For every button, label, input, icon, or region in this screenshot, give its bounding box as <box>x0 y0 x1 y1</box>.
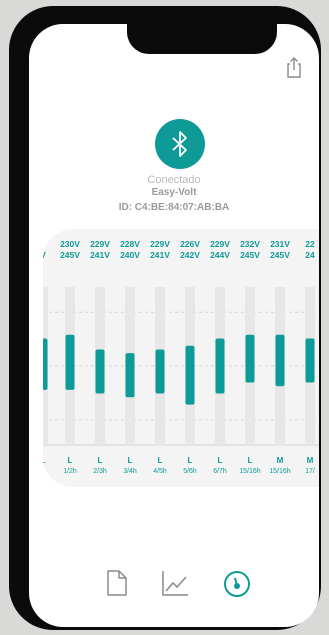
chart-period-label-col-7: 15/16h <box>269 468 291 475</box>
chart-period-label-col-6: 15/16h <box>239 468 261 475</box>
chart-period-label-col-5: 6/7h <box>213 468 227 475</box>
chart-max-label-partial-left: V <box>43 250 46 260</box>
chart-min-label-col-5: 229V <box>210 239 230 249</box>
chart-max-label-col-1: 241V <box>90 250 110 260</box>
chart-min-label-col-0: 230V <box>60 239 80 249</box>
chart-max-label-col-3: 241V <box>150 250 170 260</box>
chart-bar-col-7 <box>275 334 285 387</box>
chart-category-label-col-3: L <box>158 456 163 465</box>
device-name: Easy-Volt <box>151 187 197 198</box>
chart-min-label-col-6: 232V <box>240 239 260 249</box>
chart-min-label-col-3: 229V <box>150 239 170 249</box>
document-icon <box>107 570 127 596</box>
chart-bar-col-2 <box>125 353 135 398</box>
chart-max-label-col-0: 245V <box>60 250 80 260</box>
chart-category-label-col-2: L <box>128 456 133 465</box>
chart-min-label-partial-right: 22 <box>305 239 315 249</box>
chart-bar-partial-left <box>43 338 48 390</box>
voltage-chart[interactable]: VVLh230V245VL1/2h229V241VL2/3h228V240VL3… <box>43 229 319 487</box>
line-chart-icon <box>162 571 188 596</box>
chart-bar-col-1 <box>95 349 105 394</box>
chart-min-label-partial-left: V <box>43 239 46 249</box>
share-button[interactable] <box>283 54 305 80</box>
tab-chart[interactable] <box>159 567 191 599</box>
chart-bar-col-4 <box>185 345 195 405</box>
tab-gauge[interactable] <box>221 567 253 599</box>
chart-period-label-col-2: 3/4h <box>123 468 137 475</box>
chart-min-label-col-1: 229V <box>90 239 110 249</box>
chart-category-label-col-1: L <box>98 456 103 465</box>
chart-max-label-col-6: 245V <box>240 250 260 260</box>
connection-status: Conectado <box>147 174 201 186</box>
share-icon <box>287 57 301 78</box>
chart-max-label-partial-right: 24 <box>305 250 315 260</box>
chart-bar-col-6 <box>245 334 255 383</box>
chart-period-label-col-4: 5/6h <box>183 468 197 475</box>
chart-period-label-col-0: 1/2h <box>63 468 77 475</box>
chart-max-label-col-7: 245V <box>270 250 290 260</box>
gauge-icon <box>224 571 250 597</box>
chart-max-label-col-2: 240V <box>120 250 140 260</box>
chart-category-label-partial-left: L <box>43 456 46 465</box>
chart-category-label-col-0: L <box>68 456 73 465</box>
chart-period-label-col-3: 4/5h <box>153 468 167 475</box>
chart-min-label-col-7: 231V <box>270 239 290 249</box>
chart-bar-col-3 <box>155 349 165 394</box>
chart-max-label-col-4: 242V <box>180 250 200 260</box>
chart-bar-partial-right <box>305 338 315 383</box>
bluetooth-button[interactable] <box>155 119 205 169</box>
chart-period-label-partial-right: 17/ <box>305 468 315 475</box>
chart-bar-col-0 <box>65 334 75 390</box>
notch <box>127 24 277 54</box>
chart-period-label-col-1: 2/3h <box>93 468 107 475</box>
chart-bar-col-5 <box>215 338 225 394</box>
bluetooth-icon <box>172 131 187 157</box>
chart-category-label-col-5: L <box>218 456 223 465</box>
voltage-chart-svg: VVLh230V245VL1/2h229V241VL2/3h228V240VL3… <box>43 239 319 475</box>
chart-min-label-col-2: 228V <box>120 239 140 249</box>
app-screen: Conectado Easy-Volt ID: C4:BE:84:07:AB:B… <box>29 24 319 627</box>
tab-document[interactable] <box>101 567 133 599</box>
chart-max-label-col-5: 244V <box>210 250 230 260</box>
tab-bar <box>29 567 319 603</box>
chart-category-label-partial-right: M <box>307 456 314 465</box>
device-id: ID: C4:BE:84:07:AB:BA <box>118 202 230 213</box>
phone-frame: Conectado Easy-Volt ID: C4:BE:84:07:AB:B… <box>9 6 321 630</box>
chart-min-label-col-4: 226V <box>180 239 200 249</box>
chart-period-label-partial-left: h <box>43 468 45 475</box>
chart-category-label-col-7: M <box>277 456 284 465</box>
chart-category-label-col-4: L <box>188 456 193 465</box>
chart-category-label-col-6: L <box>248 456 253 465</box>
